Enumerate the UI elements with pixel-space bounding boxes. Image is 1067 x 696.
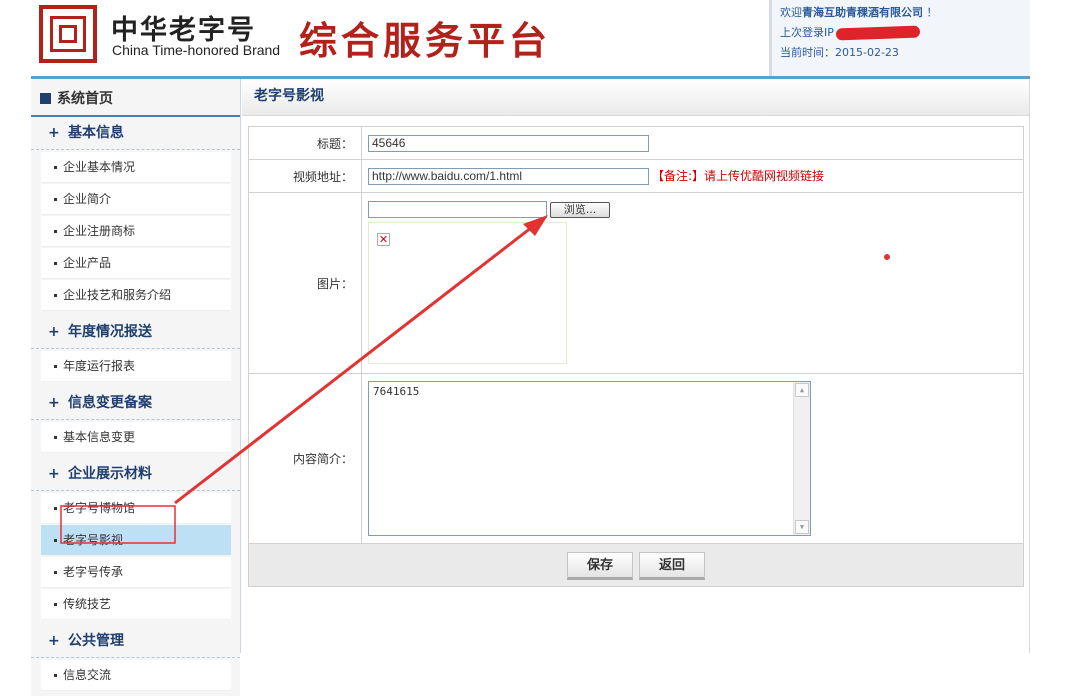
company-name: 青海互助青稞酒有限公司 [802, 6, 923, 19]
content-text: 7641615 [373, 385, 420, 398]
image-file-input[interactable] [368, 201, 547, 218]
edit-form: 标题： 视频地址： 【备注:】请上传优酷网视频链接 图片： 浏览... ✕ 内容… [248, 126, 1024, 544]
bullet-icon [54, 571, 57, 574]
user-info-box: 欢迎青海互助青稞酒有限公司 ！ 上次登录IP 当前时间：2015-02-23 [769, 0, 1030, 76]
content-label: 内容简介： [248, 373, 362, 544]
annotation-dot [884, 254, 890, 260]
sidebar-item-heritage[interactable]: 老字号传承 [41, 557, 231, 588]
bullet-icon [54, 230, 57, 233]
plus-icon: + [48, 633, 60, 649]
bullet-icon [54, 539, 57, 542]
sidebar-group-basic-info[interactable]: + 基本信息 [31, 117, 240, 150]
current-time-line: 当前时间：2015-02-23 [780, 46, 899, 59]
scroll-down-icon[interactable]: ▼ [795, 520, 809, 534]
image-preview: ✕ [368, 222, 567, 364]
sidebar-group-display-materials[interactable]: + 企业展示材料 [31, 458, 240, 491]
sidebar: 系统首页 + 基本信息 企业基本情况 企业简介 企业注册商标 企业产品 企业技艺和… [31, 79, 241, 696]
sidebar-item-traditional-craft[interactable]: 传统技艺 [41, 589, 231, 620]
bullet-icon [54, 436, 57, 439]
broken-image-icon: ✕ [377, 233, 390, 246]
sidebar-item-products[interactable]: 企业产品 [41, 248, 231, 279]
sidebar-item-basic-info-change[interactable]: 基本信息变更 [41, 422, 231, 453]
sidebar-item-film-video[interactable]: 老字号影视 [41, 525, 231, 556]
bullet-icon [54, 507, 57, 510]
plus-icon: + [48, 466, 60, 482]
sidebar-item-annual-operation[interactable]: 年度运行报表 [41, 351, 231, 382]
sidebar-group-info-change[interactable]: + 信息变更备案 [31, 387, 240, 420]
bullet-icon [54, 198, 57, 201]
sidebar-item-info-exchange[interactable]: 信息交流 [41, 660, 231, 691]
sidebar-group-public-management[interactable]: + 公共管理 [31, 625, 240, 658]
brand-seal-icon [39, 5, 97, 63]
textarea-scrollbar[interactable]: ▲ ▼ [793, 382, 810, 535]
welcome-line: 欢迎青海互助青稞酒有限公司 ！ [780, 6, 938, 19]
action-bar: 保存 返回 [248, 543, 1024, 587]
bullet-icon [54, 166, 57, 169]
plus-icon: + [48, 324, 60, 340]
home-icon [40, 93, 51, 104]
last-login-line: 上次登录IP [780, 23, 1030, 43]
bullet-icon [54, 365, 57, 368]
sidebar-item-company-basic[interactable]: 企业基本情况 [41, 152, 231, 183]
sidebar-item-company-intro[interactable]: 企业简介 [41, 184, 231, 215]
sidebar-group-annual-report[interactable]: + 年度情况报送 [31, 316, 240, 349]
page-title: 老字号影视 [242, 79, 1029, 116]
bullet-icon [54, 262, 57, 265]
sidebar-item-skills-services[interactable]: 企业技艺和服务介绍 [41, 280, 231, 311]
content-textarea[interactable]: 7641615 ▲ ▼ [368, 381, 811, 536]
header: 中华老字号 China Time-honored Brand 综合服务平台 欢迎… [31, 0, 1030, 79]
title-input[interactable] [368, 134, 649, 152]
image-label: 图片： [248, 192, 362, 374]
bullet-icon [54, 603, 57, 606]
bullet-icon [54, 674, 57, 677]
bullet-icon [54, 294, 57, 297]
platform-title: 综合服务平台 [299, 18, 552, 63]
back-button[interactable]: 返回 [639, 552, 705, 580]
scroll-up-icon[interactable]: ▲ [795, 383, 809, 397]
redaction-mark [835, 25, 921, 41]
logo-english-text: China Time-honored Brand [112, 42, 281, 58]
title-label: 标题： [248, 126, 362, 160]
save-button[interactable]: 保存 [567, 552, 633, 580]
browse-button[interactable]: 浏览... [550, 201, 610, 218]
video-url-input[interactable] [368, 167, 649, 185]
sidebar-item-trademark[interactable]: 企业注册商标 [41, 216, 231, 247]
video-note: 【备注:】请上传优酷网视频链接 [652, 169, 825, 184]
plus-icon: + [48, 125, 60, 141]
sidebar-home[interactable]: 系统首页 [31, 79, 240, 117]
video-url-label: 视频地址： [248, 159, 362, 193]
sidebar-item-museum[interactable]: 老字号博物馆 [41, 493, 231, 524]
current-time: 2015-02-23 [835, 46, 899, 59]
plus-icon: + [48, 395, 60, 411]
